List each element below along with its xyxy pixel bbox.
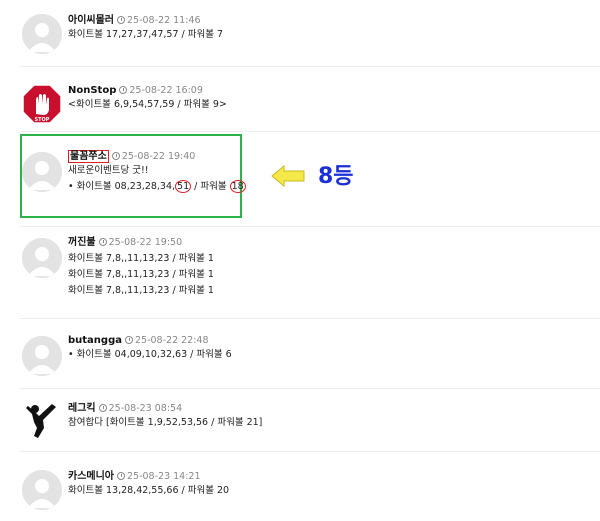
timestamp: 25-08-22 11:46 — [127, 15, 201, 26]
svg-text:STOP: STOP — [35, 117, 50, 123]
circled-white-number: 51 — [175, 180, 192, 193]
person-silhouette-icon[interactable] — [22, 152, 62, 192]
comment-text: 참여합다 [화이트볼 1,9,52,53,56 / 파워볼 21] — [68, 417, 263, 428]
comment-text: 새로운이벤트당 굿!! — [68, 165, 149, 176]
nickname[interactable]: 레그킥 — [68, 403, 96, 414]
circled-power-number: 18 — [229, 180, 246, 193]
comment-text: • 화이트볼 04,09,10,32,63 / 파워볼 6 — [68, 349, 232, 360]
timestamp: 25-08-23 08:54 — [108, 403, 183, 414]
clock-icon — [111, 152, 120, 160]
rank-label: 8등 — [318, 164, 354, 189]
comment-text: <화이트볼 6,9,54,57,59 / 파워볼 9> — [68, 99, 227, 110]
clock-icon — [98, 238, 107, 246]
comment-text: 화이트볼 7,8,,11,13,23 / 파워볼 1 — [68, 253, 214, 264]
clock-icon — [117, 472, 125, 480]
timestamp: 25-08-22 16:09 — [129, 85, 203, 96]
kick-silhouette-icon[interactable] — [22, 400, 62, 440]
comment-text: 화이트볼 7,8,,11,13,23 / 파워볼 1 — [68, 269, 214, 280]
clock-icon — [125, 336, 133, 344]
divider — [20, 131, 600, 132]
comment-item: 카스메니아 25-08-23 14:21 화이트볼 13,28,42,55,66 … — [0, 468, 600, 512]
nickname[interactable]: butangga — [68, 335, 122, 346]
numbers-middle: / 파워볼 — [191, 181, 230, 192]
timestamp: 25-08-23 14:21 — [127, 471, 201, 482]
nickname[interactable]: 꺼진불 — [68, 237, 96, 248]
clock-icon — [117, 16, 125, 24]
comment-item: 꺼진불 25-08-22 19:50 화이트볼 7,8,,11,13,23 / 파… — [0, 236, 600, 296]
timestamp: 25-08-22 19:50 — [108, 237, 183, 248]
divider — [20, 388, 600, 389]
comment-text: 화이트볼 17,27,37,47,57 / 파워볼 7 — [68, 29, 224, 40]
nickname[interactable]: 물꼼쭈소 — [68, 150, 109, 163]
arrow-left-icon — [271, 164, 305, 191]
timestamp: 25-08-22 19:40 — [121, 151, 196, 162]
comment-item: 레그킥 25-08-23 08:54 참여합다 [화이트볼 1,9,52,53,5… — [0, 400, 600, 444]
comment-text: 화이트볼 13,28,42,55,66 / 파워볼 20 — [68, 485, 230, 496]
comment-item: 아이씨몰러 25-08-22 11:46 화이트볼 17,27,37,47,57 … — [0, 10, 600, 54]
divider — [20, 66, 600, 67]
nickname[interactable]: NonStop — [68, 85, 116, 96]
person-silhouette-icon[interactable] — [22, 14, 62, 54]
person-silhouette-icon[interactable] — [22, 238, 62, 278]
comment-text: 화이트볼 7,8,,11,13,23 / 파워볼 1 — [68, 285, 214, 296]
person-silhouette-icon[interactable] — [22, 470, 62, 510]
timestamp: 25-08-22 22:48 — [135, 335, 209, 346]
nickname[interactable]: 카스메니아 — [68, 471, 114, 482]
comment-item: STOP NonStop 25-08-22 16:09 <화이트볼 6,9,54,… — [0, 80, 600, 124]
numbers-prefix: • 화이트볼 08,23,28,34, — [68, 181, 176, 192]
clock-icon — [119, 86, 128, 94]
divider — [20, 318, 600, 319]
comment-item: butangga 25-08-22 22:48 • 화이트볼 04,09,10,3… — [0, 334, 600, 378]
divider — [20, 451, 600, 452]
divider — [20, 226, 600, 227]
clock-icon — [98, 404, 107, 412]
person-silhouette-icon[interactable] — [22, 336, 62, 376]
stop-sign-icon[interactable]: STOP — [22, 84, 62, 124]
nickname[interactable]: 아이씨몰러 — [68, 15, 114, 26]
comment-numbers: • 화이트볼 08,23,28,34, 51 / 파워볼 18 — [68, 180, 246, 194]
